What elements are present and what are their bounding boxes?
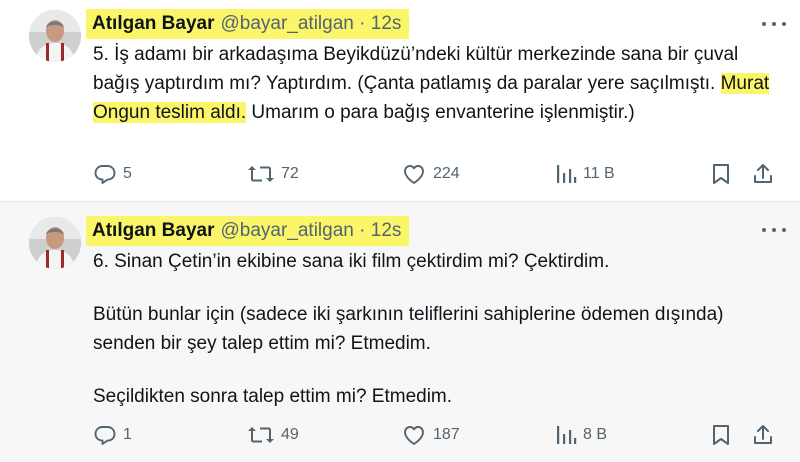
reply-count: 1 [123, 426, 132, 443]
author-name[interactable]: Atılgan Bayar [92, 220, 214, 242]
tweet-header: Atılgan Bayar @bayar_atilgan · 12s [86, 9, 410, 39]
retweet-button[interactable]: 49 [247, 420, 299, 450]
tweet-text: 6. Sinan Çetin’in ekibine sana iki film … [93, 247, 783, 411]
timestamp: 12s [370, 13, 402, 34]
views-count: 11 B [583, 165, 615, 182]
views-button[interactable]: 8 B [555, 420, 607, 450]
reply-icon [94, 165, 116, 184]
views-button[interactable]: 11 B [555, 159, 615, 189]
share-button[interactable] [751, 159, 781, 189]
like-button[interactable]: 187 [401, 420, 460, 450]
views-icon [557, 426, 577, 444]
tweet-text-part: 5. İş adamı bir arkadaşıma Beyikdüzü’nde… [93, 44, 739, 94]
like-icon [404, 165, 424, 184]
retweet-count: 72 [281, 165, 299, 182]
share-button[interactable] [751, 420, 781, 450]
tweet-paragraph: Bütün bunlar için (sadece iki şarkının t… [93, 304, 724, 354]
author-handle[interactable]: @bayar_atilgan · 12s [220, 13, 401, 35]
author-handle[interactable]: @bayar_atilgan · 12s [220, 220, 401, 242]
retweet-button[interactable]: 72 [247, 159, 299, 189]
tweet-text: 5. İş adamı bir arkadaşıma Beyikdüzü’nde… [93, 40, 783, 127]
tweet[interactable]: Atılgan Bayar @bayar_atilgan · 12s 6. Si… [0, 202, 800, 462]
more-icon[interactable] [762, 224, 786, 236]
action-bar: 5 72 224 11 B [93, 159, 783, 189]
bookmark-icon [713, 425, 729, 445]
bookmark-button[interactable] [710, 420, 738, 450]
share-icon [754, 164, 772, 183]
tweet-header: Atılgan Bayar @bayar_atilgan · 12s [86, 216, 410, 246]
reply-count: 5 [123, 165, 132, 182]
like-icon [404, 426, 424, 445]
avatar[interactable] [29, 217, 81, 269]
retweet-icon [248, 166, 274, 182]
tweet-text-part: Umarım o para bağış envanterine işlenmiş… [246, 102, 635, 123]
tweet-paragraph: Seçildikten sonra talep ettim mi? Etmedi… [93, 386, 453, 407]
more-icon[interactable] [762, 18, 786, 30]
like-count: 224 [433, 165, 460, 182]
like-button[interactable]: 224 [401, 159, 460, 189]
separator: · [359, 220, 366, 241]
reply-icon [94, 426, 116, 445]
tweet[interactable]: Atılgan Bayar @bayar_atilgan · 12s 5. İş… [0, 0, 800, 202]
views-icon [557, 165, 577, 183]
retweet-icon [248, 427, 274, 443]
bookmark-button[interactable] [710, 159, 738, 189]
timestamp: 12s [370, 220, 402, 241]
share-icon [754, 425, 772, 444]
avatar[interactable] [29, 10, 81, 62]
views-count: 8 B [583, 426, 608, 443]
author-name[interactable]: Atılgan Bayar [92, 13, 214, 35]
reply-button[interactable]: 1 [93, 420, 132, 450]
separator: · [359, 13, 366, 34]
bookmark-icon [713, 164, 729, 184]
tweet-paragraph: 6. Sinan Çetin’in ekibine sana iki film … [93, 251, 610, 272]
retweet-count: 49 [281, 426, 299, 443]
reply-button[interactable]: 5 [93, 159, 132, 189]
like-count: 187 [433, 426, 460, 443]
action-bar: 1 49 187 8 B [93, 420, 783, 450]
